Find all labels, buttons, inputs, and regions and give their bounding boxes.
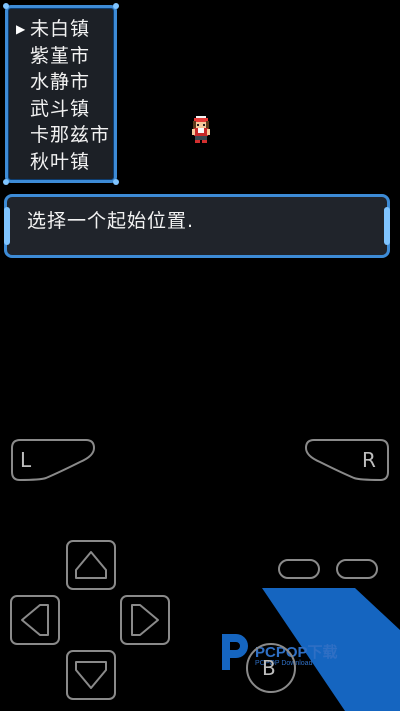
l-shoulder-button[interactable]: L bbox=[10, 438, 96, 482]
arrow-down-icon bbox=[75, 661, 107, 689]
game-screen[interactable]: ▶ 未白镇 紫堇市 水静市 武斗镇 卡那兹市 秋叶镇 选择一个起始位置. bbox=[0, 0, 400, 270]
b-label: B bbox=[262, 656, 276, 680]
town-item-littleroot[interactable]: ▶ 未白镇 bbox=[16, 16, 110, 43]
town-item-label: 卡那兹市 bbox=[30, 124, 111, 147]
dpad-up-button[interactable] bbox=[66, 540, 116, 590]
town-item-rustboro[interactable]: 卡那兹市 bbox=[18, 122, 110, 149]
r-shoulder-button[interactable]: R bbox=[304, 438, 390, 482]
town-item-label: 秋叶镇 bbox=[30, 150, 91, 173]
b-button[interactable]: B bbox=[245, 642, 297, 694]
town-list: ▶ 未白镇 紫堇市 水静市 武斗镇 卡那兹市 秋叶镇 bbox=[16, 16, 110, 176]
dialog-text: 选择一个起始位置. bbox=[27, 210, 195, 232]
select-button[interactable] bbox=[278, 559, 320, 579]
town-item-mauville[interactable]: 紫堇市 bbox=[18, 43, 110, 70]
town-item-dewford[interactable]: 武斗镇 bbox=[18, 96, 110, 123]
menu-corner bbox=[113, 3, 119, 9]
trainer-sprite bbox=[192, 116, 210, 143]
town-item-label: 未白镇 bbox=[30, 18, 91, 40]
town-item-lilycove[interactable]: 水静市 bbox=[18, 69, 110, 96]
arrow-up-icon bbox=[75, 551, 107, 579]
start-button[interactable] bbox=[336, 559, 378, 579]
menu-corner bbox=[3, 179, 9, 185]
dialog-box: 选择一个起始位置. bbox=[4, 194, 390, 258]
menu-corner bbox=[3, 3, 9, 9]
menu-corner bbox=[113, 179, 119, 185]
dpad-left-button[interactable] bbox=[10, 595, 60, 645]
r-label: R bbox=[362, 448, 376, 472]
town-item-label: 武斗镇 bbox=[30, 97, 91, 120]
town-item-label: 水静市 bbox=[30, 71, 91, 94]
arrow-left-icon bbox=[21, 604, 49, 636]
arrow-right-icon bbox=[131, 604, 159, 636]
town-item-fallarbor[interactable]: 秋叶镇 bbox=[18, 149, 110, 176]
menu-cursor-icon: ▶ bbox=[16, 22, 27, 36]
dpad-right-button[interactable] bbox=[120, 595, 170, 645]
dpad-down-button[interactable] bbox=[66, 650, 116, 700]
l-label: L bbox=[20, 448, 32, 472]
town-select-menu: ▶ 未白镇 紫堇市 水静市 武斗镇 卡那兹市 秋叶镇 bbox=[3, 3, 119, 185]
town-item-label: 紫堇市 bbox=[30, 44, 91, 67]
